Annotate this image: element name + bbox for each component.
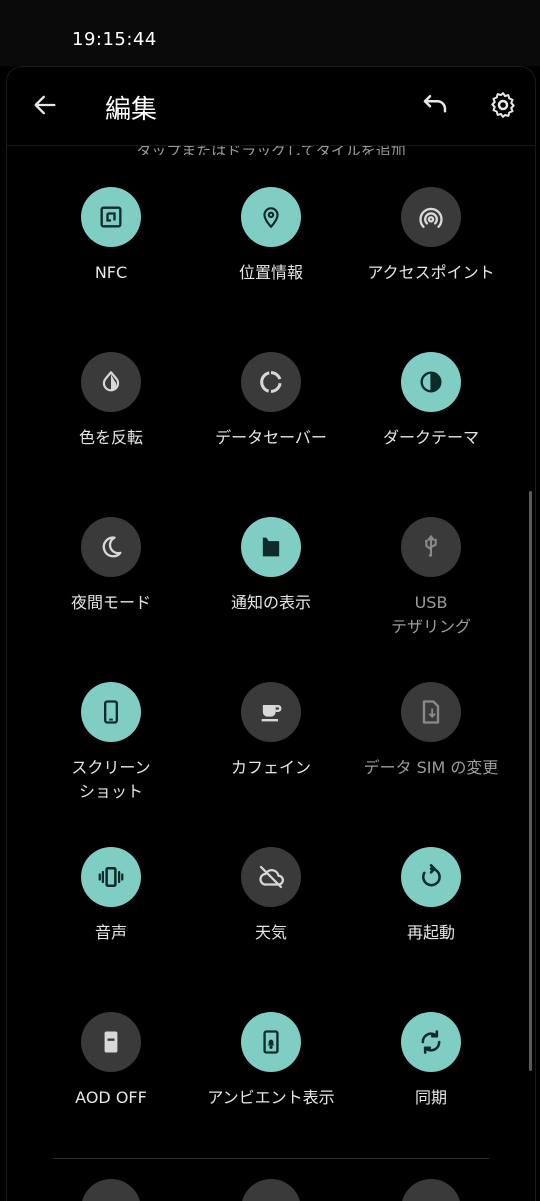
tile-caffeine[interactable]: カフェイン xyxy=(183,682,359,832)
tile-sound[interactable]: 音声 xyxy=(23,847,199,997)
gear-icon xyxy=(491,92,515,118)
tile-label: USB テザリング xyxy=(390,593,471,636)
usb-icon xyxy=(424,534,437,558)
phone-screenshot-icon xyxy=(104,700,118,724)
tile-circle xyxy=(241,187,301,247)
tile-circle xyxy=(81,187,141,247)
page-title: 編集 xyxy=(105,95,158,125)
data-saver-icon xyxy=(260,371,282,393)
notification-icon xyxy=(262,537,280,557)
tile-label: 同期 xyxy=(414,1088,447,1107)
tile-circle xyxy=(241,352,301,412)
tile-label: 夜間モード xyxy=(70,593,151,612)
dark-theme-icon xyxy=(420,371,442,393)
tile-weather[interactable]: 天気 xyxy=(183,847,359,997)
back-button[interactable] xyxy=(27,87,63,123)
location-pin-icon xyxy=(263,207,279,229)
tile-circle xyxy=(401,847,461,907)
vibrate-icon xyxy=(98,867,124,887)
tile-circle xyxy=(81,352,141,412)
restart-icon xyxy=(421,864,441,887)
tile-sync[interactable]: 同期 xyxy=(343,1012,519,1162)
available-tiles-row xyxy=(7,1179,535,1201)
tile-usb-tethering[interactable]: USB テザリング xyxy=(343,517,519,667)
coffee-cup-icon xyxy=(261,705,282,722)
arrow-left-icon xyxy=(34,95,56,115)
hotspot-icon xyxy=(419,207,443,228)
tile-label: ダークテーマ xyxy=(382,428,479,447)
tile-circle xyxy=(81,1012,141,1072)
tile-label: 色を反転 xyxy=(78,428,143,447)
tile-data-saver[interactable]: データセーバー xyxy=(183,352,359,502)
tile-screenshot[interactable]: スクリーン ショット xyxy=(23,682,199,832)
tile-circle xyxy=(81,682,141,742)
tile-label: 通知の表示 xyxy=(230,593,311,612)
moon-icon xyxy=(102,536,122,558)
toolbar: 編集 xyxy=(7,67,535,146)
tile-notification[interactable]: 通知の表示 xyxy=(183,517,359,667)
tile-nfc[interactable]: NFC xyxy=(23,187,199,337)
tile-label: 音声 xyxy=(94,923,127,942)
status-bar: 19:15:44 xyxy=(0,0,540,66)
tile-invert-colors[interactable]: 色を反転 xyxy=(23,352,199,502)
tile-label: NFC xyxy=(94,263,128,282)
tile-label: スクリーン ショット xyxy=(71,758,151,801)
tile-label: アクセスポイント xyxy=(367,263,495,282)
cloud-off-icon xyxy=(259,865,284,889)
tile-circle xyxy=(81,847,141,907)
available-tile[interactable] xyxy=(401,1179,461,1201)
tile-label: データセーバー xyxy=(215,428,327,447)
tile-label: AOD OFF xyxy=(75,1088,147,1107)
tile-circle xyxy=(241,682,301,742)
ambient-display-icon xyxy=(263,1030,279,1054)
tile-circle xyxy=(81,517,141,577)
section-divider xyxy=(53,1158,489,1159)
invert-colors-icon xyxy=(102,371,120,392)
tile-label: 位置情報 xyxy=(238,263,303,282)
tile-label: 天気 xyxy=(254,923,287,942)
nfc-icon xyxy=(100,206,122,228)
undo-button[interactable] xyxy=(417,87,453,123)
tile-circle xyxy=(401,187,461,247)
tile-night-mode[interactable]: 夜間モード xyxy=(23,517,199,667)
aod-icon xyxy=(104,1031,118,1053)
tile-circle xyxy=(241,517,301,577)
settings-button[interactable] xyxy=(485,87,521,123)
available-tile[interactable] xyxy=(241,1179,301,1201)
tile-circle xyxy=(241,847,301,907)
tile-circle xyxy=(401,352,461,412)
tile-circle xyxy=(401,517,461,577)
tile-location[interactable]: 位置情報 xyxy=(183,187,359,337)
tile-label: カフェイン xyxy=(230,758,311,777)
tile-hotspot[interactable]: アクセスポイント xyxy=(343,187,519,337)
available-tile[interactable] xyxy=(81,1179,141,1201)
sim-card-icon xyxy=(422,700,440,724)
tile-data-sim[interactable]: データ SIM の変更 xyxy=(343,682,519,832)
scrollbar[interactable] xyxy=(529,491,532,1071)
undo-icon xyxy=(423,95,447,113)
status-clock: 19:15:44 xyxy=(72,29,157,50)
sync-icon xyxy=(421,1030,441,1054)
tile-ambient-display[interactable]: アンビエント表示 xyxy=(183,1012,359,1162)
tile-dark-theme[interactable]: ダークテーマ xyxy=(343,352,519,502)
tile-label: データ SIM の変更 xyxy=(363,758,499,777)
tile-aod[interactable]: AOD OFF xyxy=(23,1012,199,1162)
tile-circle xyxy=(401,1012,461,1072)
tile-label: 再起動 xyxy=(406,923,455,942)
tile-restart[interactable]: 再起動 xyxy=(343,847,519,997)
tile-circle xyxy=(241,1012,301,1072)
toolbar-divider xyxy=(7,145,535,146)
edit-panel: タップまたはドラッグしてタイルを追加 編集 NFC 位置情報 アクセスポイント … xyxy=(6,66,536,1201)
tile-label: アンビエント表示 xyxy=(207,1088,335,1107)
tile-circle xyxy=(401,682,461,742)
